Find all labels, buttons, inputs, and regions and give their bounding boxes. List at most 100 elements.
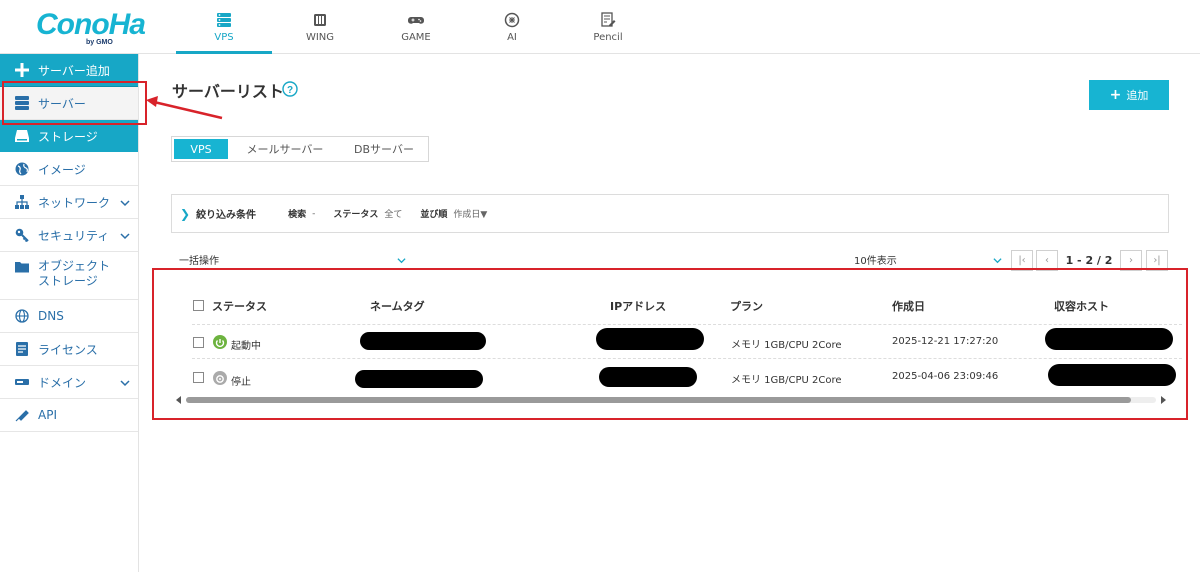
row-plan: メモリ 1GB/CPU 2Core xyxy=(731,375,842,386)
filter-search-key: 検索 xyxy=(288,210,307,220)
sidebar-item-label-group: オブジェクト ストレージ xyxy=(38,259,110,289)
row-checkbox[interactable] xyxy=(193,372,204,383)
sidebar-item-label-line2: ストレージ xyxy=(38,274,98,288)
sidebar-item-add-server[interactable]: サーバー追加 xyxy=(0,54,138,87)
column-header-host[interactable]: 収容ホスト xyxy=(1054,298,1109,314)
server-icon xyxy=(14,95,30,111)
network-icon xyxy=(14,194,30,210)
filter-status-value: 全て xyxy=(384,210,403,220)
tab-mail-server[interactable]: メールサーバー xyxy=(230,137,340,161)
sidebar-item-network[interactable]: ネットワーク xyxy=(0,186,138,219)
bulk-action-value: 一括操作 xyxy=(179,256,219,267)
scrollbar-thumb[interactable] xyxy=(186,397,1131,403)
sidebar-item-label: ネットワーク xyxy=(38,195,111,210)
chevron-down-icon xyxy=(993,258,1002,264)
sidebar-item-label: サーバー追加 xyxy=(38,63,110,78)
top-header: ConoHa by GMO VPS WING GAME AI Pencil xyxy=(0,0,1200,54)
nav-wing[interactable]: WING xyxy=(272,0,368,54)
sidebar: サーバー追加 サーバー ストレージ イメージ ネットワーク セキュリティ オブジ… xyxy=(0,54,139,572)
sidebar-item-dns[interactable]: DNS xyxy=(0,300,138,333)
pencil-icon xyxy=(599,11,617,29)
header-divider xyxy=(192,324,1182,325)
sidebar-item-security[interactable]: セキュリティ xyxy=(0,219,138,252)
chevron-down-icon xyxy=(120,197,130,207)
redacted-host xyxy=(1048,364,1176,386)
scroll-left-icon[interactable] xyxy=(176,396,181,404)
page-title: サーバーリスト xyxy=(172,82,284,101)
sidebar-item-label: サーバー xyxy=(38,96,86,111)
key-icon xyxy=(14,227,30,243)
filter-sort-value: 作成日▼ xyxy=(453,210,488,220)
server-type-tabs: VPS メールサーバー DBサーバー xyxy=(171,136,429,162)
sidebar-item-label: イメージ xyxy=(38,162,86,177)
nav-label: AI xyxy=(507,32,517,43)
filter-panel[interactable]: ❯ 絞り込み条件 検索 - ステータス 全て 並び順 作成日▼ xyxy=(171,194,1169,233)
chevron-down-icon xyxy=(120,230,130,240)
power-off-icon xyxy=(213,371,227,385)
sidebar-item-label: API xyxy=(38,408,57,422)
tab-db-server[interactable]: DBサーバー xyxy=(340,137,428,161)
sidebar-item-server[interactable]: サーバー xyxy=(0,87,138,120)
nav-ai[interactable]: AI xyxy=(464,0,560,54)
ai-icon xyxy=(503,11,521,29)
tab-vps[interactable]: VPS xyxy=(174,139,228,159)
row-checkbox[interactable] xyxy=(193,337,204,348)
per-page-value: 10件表示 xyxy=(854,256,897,267)
per-page-select[interactable]: 10件表示 xyxy=(846,250,1006,270)
nav-pencil[interactable]: Pencil xyxy=(560,0,656,54)
column-header-created[interactable]: 作成日 xyxy=(892,298,925,314)
sidebar-item-storage[interactable]: ストレージ xyxy=(0,120,138,153)
license-icon xyxy=(14,341,30,357)
redacted-nametag xyxy=(360,332,486,350)
help-icon[interactable]: ? xyxy=(282,81,298,97)
sidebar-item-api[interactable]: API xyxy=(0,399,138,432)
domain-icon xyxy=(14,374,30,390)
nav-vps[interactable]: VPS xyxy=(176,0,272,54)
product-nav: VPS WING GAME AI Pencil xyxy=(176,0,656,54)
horizontal-scrollbar[interactable] xyxy=(176,396,1166,404)
sidebar-item-image[interactable]: イメージ xyxy=(0,153,138,186)
globe-icon xyxy=(14,161,30,177)
row-plan: メモリ 1GB/CPU 2Core xyxy=(731,340,842,351)
server-icon xyxy=(215,11,233,29)
sidebar-item-label: ライセンス xyxy=(38,342,98,357)
select-all-checkbox[interactable] xyxy=(193,300,204,311)
bulk-action-select[interactable]: 一括操作 xyxy=(173,250,410,270)
chevron-right-icon: ❯ xyxy=(180,206,191,221)
row-created: 2025-04-06 23:09:46 xyxy=(892,371,999,382)
row-divider xyxy=(192,358,1182,359)
svg-text:?: ? xyxy=(287,85,293,96)
logo-text: ConoHa xyxy=(36,8,146,41)
sidebar-item-label: オブジェクト xyxy=(38,259,111,273)
logo-by-text: by GMO xyxy=(86,39,113,46)
filter-sort-key: 並び順 xyxy=(420,210,448,220)
sidebar-item-object-storage[interactable]: オブジェクト ストレージ xyxy=(0,252,138,300)
column-header-ip[interactable]: IPアドレス xyxy=(610,298,666,314)
nav-game[interactable]: GAME xyxy=(368,0,464,54)
column-header-nametag[interactable]: ネームタグ xyxy=(370,298,425,314)
nav-label: Pencil xyxy=(593,32,623,43)
sidebar-item-label: DNS xyxy=(38,309,64,323)
conoha-logo[interactable]: ConoHa by GMO xyxy=(36,8,146,48)
wing-icon xyxy=(311,11,329,29)
sidebar-item-label: ドメイン xyxy=(38,375,87,390)
sidebar-item-label: セキュリティ xyxy=(38,228,110,243)
row-status: 停止 xyxy=(231,377,251,388)
redacted-ip xyxy=(596,328,704,350)
chevron-down-icon xyxy=(397,258,406,264)
add-server-button[interactable]: + 追加 xyxy=(1089,80,1169,110)
nav-label: WING xyxy=(305,32,335,43)
storage-icon xyxy=(14,128,30,144)
add-button-label: 追加 xyxy=(1126,89,1149,102)
row-created: 2025-12-21 17:27:20 xyxy=(892,336,999,347)
redacted-ip xyxy=(599,367,697,387)
sidebar-item-license[interactable]: ライセンス xyxy=(0,333,138,366)
column-header-plan[interactable]: プラン xyxy=(730,298,763,314)
sidebar-item-domain[interactable]: ドメイン xyxy=(0,366,138,399)
server-table: ステータス ネームタグ IPアドレス プラン 作成日 収容ホスト 起動中 メモリ… xyxy=(152,268,1188,420)
scroll-right-icon[interactable] xyxy=(1161,396,1166,404)
redacted-host xyxy=(1045,328,1173,350)
folder-icon xyxy=(14,259,30,275)
gamepad-icon xyxy=(407,11,425,29)
column-header-status[interactable]: ステータス xyxy=(212,298,267,314)
